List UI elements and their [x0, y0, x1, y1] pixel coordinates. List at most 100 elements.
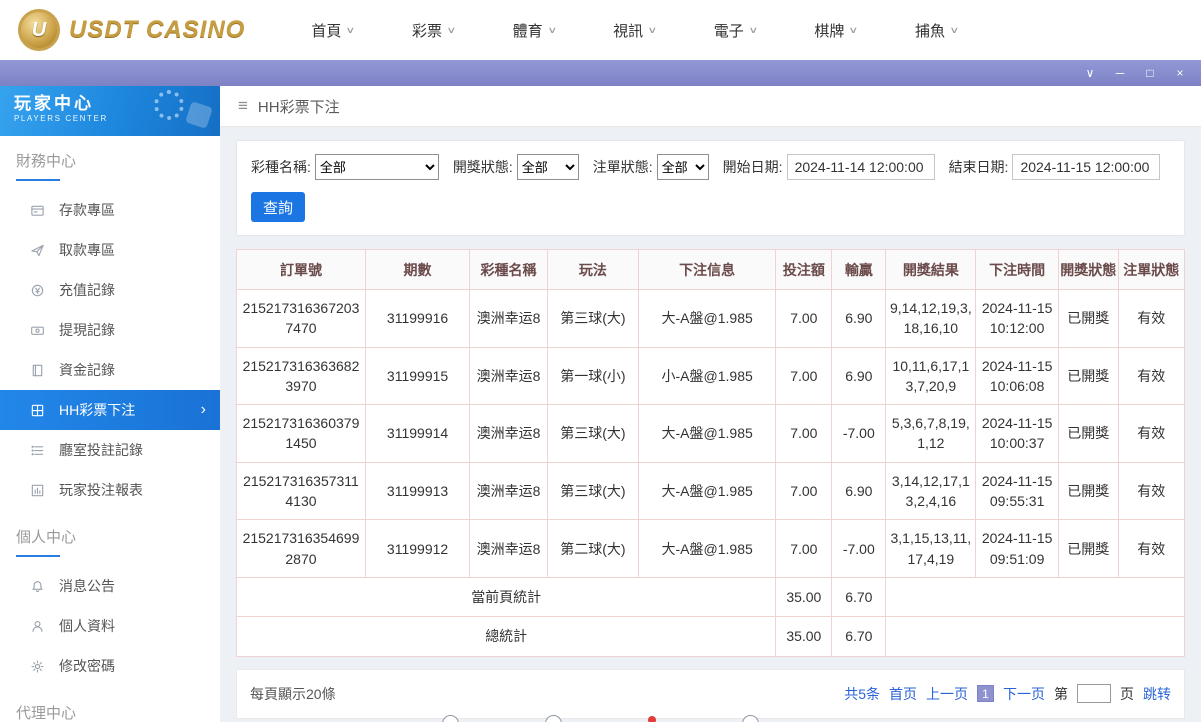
table-cell: 已開獎	[1057, 461, 1119, 521]
filter-panel: 彩種名稱: 全部 開獎狀態: 全部 注單狀態: 全部 開始日期: 2024-11…	[236, 140, 1185, 236]
start-date-input[interactable]	[786, 154, 935, 180]
footer-service-icon[interactable]	[545, 715, 562, 722]
sidebar-item-person[interactable]: 個人資料	[0, 606, 220, 646]
summary-bet-total: 35.00	[775, 616, 833, 657]
table-cell: 已開獎	[1057, 346, 1119, 406]
table-cell: 澳洲幸运8	[469, 519, 548, 578]
table-cell: 第三球(大)	[546, 289, 639, 348]
end-date-label: 結束日期:	[948, 159, 1009, 175]
nav-item-label: 捕魚	[915, 22, 946, 40]
table-cell: 3,1,15,13,11,17,4,19	[885, 519, 977, 578]
nav-item[interactable]: 棋牌 ∨	[814, 20, 858, 41]
draw-status-select[interactable]: 全部	[516, 154, 579, 180]
window-minimize-button[interactable]: ─	[1107, 60, 1133, 86]
column-header: 訂單號	[236, 249, 366, 290]
window-collapse-button[interactable]: ∨	[1077, 60, 1103, 86]
logo-emblem-icon: U	[18, 9, 60, 51]
chevron-down-icon: ∨	[647, 24, 658, 35]
sidebar-item-withdrawal-record[interactable]: 提現記錄	[0, 310, 220, 350]
search-button[interactable]: 查詢	[251, 192, 306, 222]
table-cell: 2152173163636823970	[236, 346, 366, 406]
column-header: 注單狀態	[1117, 249, 1186, 290]
lottery-bet-icon	[30, 402, 46, 418]
content-area: ≡ HH彩票下注 彩種名稱: 全部 開獎狀態: 全部 注單狀態: 全部 開始日期…	[220, 86, 1201, 722]
sidebar-item-player-report[interactable]: 玩家投注報表	[0, 470, 220, 510]
sidebar-item-label: HH彩票下注	[59, 402, 136, 418]
column-header: 開獎狀態	[1057, 249, 1119, 290]
prev-page-link[interactable]: 上一页	[926, 684, 968, 704]
table-cell: 有效	[1117, 289, 1186, 348]
nav-item[interactable]: 彩票 ∨	[412, 20, 456, 41]
page-jump-button[interactable]: 跳转	[1143, 684, 1171, 704]
nav-item[interactable]: 捕魚 ∨	[915, 20, 959, 41]
sidebar-item-bell[interactable]: 消息公告	[0, 566, 220, 606]
table-cell: 7.00	[775, 461, 833, 521]
table-cell: 6.90	[831, 289, 887, 348]
column-header: 投注額	[775, 249, 833, 290]
nav-item-label: 電子	[713, 22, 744, 40]
nav-item[interactable]: 電子 ∨	[713, 20, 758, 41]
table-cell: 大-A盤@1.985	[637, 404, 777, 463]
window-maximize-button[interactable]: □	[1137, 60, 1163, 86]
column-header: 彩種名稱	[469, 249, 548, 290]
order-status-filter-label: 注單狀態:	[592, 159, 653, 175]
nav-item[interactable]: 體育 ∨	[513, 20, 557, 41]
sidebar-item-gear[interactable]: 修改密碼	[0, 646, 220, 686]
deposit-icon	[30, 202, 46, 218]
player-report-icon	[30, 482, 46, 498]
table-cell: 小-A盤@1.985	[637, 346, 777, 406]
lottery-filter-group: 彩種名稱: 全部	[251, 154, 439, 180]
end-date-input[interactable]	[1012, 154, 1161, 180]
sidebar-item-lottery-bet[interactable]: HH彩票下注 ›	[0, 390, 220, 430]
table-cell: 有效	[1117, 519, 1186, 578]
summary-row: 總統計 35.00 6.70	[235, 616, 1185, 657]
sidebar-item-label: 修改密碼	[59, 658, 115, 674]
footer-service-icon[interactable]	[442, 715, 459, 722]
table-cell: 31199916	[364, 289, 471, 348]
first-page-link[interactable]: 首页	[889, 684, 917, 704]
table-cell: 2024-11-15 10:06:08	[975, 346, 1059, 406]
total-count: 共5条	[844, 685, 880, 702]
notification-dot-icon	[648, 716, 656, 722]
hall-bet-record-icon	[30, 442, 46, 458]
withdraw-icon	[30, 242, 46, 258]
nav-item[interactable]: 視訊 ∨	[613, 20, 658, 41]
window-close-button[interactable]: ×	[1167, 60, 1193, 86]
next-page-link[interactable]: 下一页	[1003, 684, 1045, 704]
sidebar-item-label: 消息公告	[59, 578, 115, 594]
pagination-bar: 每頁顯示20條 共5条 首页 上一页 1 下一页 第 页 跳转	[236, 668, 1185, 719]
main-layout: 玩家中心 PLAYERS CENTER 財務中心 存款專區 取款專區 充值記錄 提現記錄…	[0, 86, 1201, 722]
summary-label: 總統計	[235, 616, 777, 657]
order-status-select[interactable]: 全部	[656, 154, 709, 180]
chevron-down-icon: ∨	[345, 24, 356, 35]
sidebar-item-funds-record[interactable]: 資金記錄	[0, 350, 220, 390]
sidebar-item-hall-bet-record[interactable]: 廳室投註記錄	[0, 430, 220, 470]
logo[interactable]: U USDT CASINO	[18, 9, 245, 51]
sidebar-item-label: 存款專區	[59, 202, 115, 218]
summary-row: 當前頁統計 35.00 6.70	[235, 576, 1185, 618]
sidebar-item-deposit[interactable]: 存款專區	[0, 190, 220, 230]
table-cell: 6.90	[831, 346, 887, 406]
minimize-icon: ─	[1115, 66, 1125, 80]
sidebar-header: 玩家中心 PLAYERS CENTER	[0, 86, 220, 136]
start-date-group: 開始日期:	[723, 154, 935, 180]
table-row: 2152173163636823970 31199915 澳洲幸运8 第一球(小) 小-…	[236, 346, 1186, 406]
column-header: 玩法	[546, 249, 639, 290]
menu-icon[interactable]: ≡	[238, 96, 248, 116]
footer-service-icon[interactable]	[742, 715, 759, 722]
page-title: HH彩票下注	[257, 98, 340, 116]
sidebar-item-withdraw[interactable]: 取款專區	[0, 230, 220, 270]
lottery-select[interactable]: 全部	[314, 154, 439, 180]
table-cell: 有效	[1117, 404, 1186, 463]
table-cell: 2152173163546992870	[236, 519, 366, 578]
page-jump-input[interactable]	[1077, 684, 1111, 704]
app-window: U USDT CASINO 首頁 ∨ 彩票 ∨ 體育 ∨ 視訊 ∨ 電子 ∨ 棋牌 ∨ 捕魚 ∨ ∨ ─ …	[0, 0, 1201, 722]
table-cell: 2152173163603791450	[236, 404, 366, 463]
withdrawal-record-icon	[30, 322, 46, 338]
table-cell: 31199914	[364, 404, 471, 463]
sidebar-item-recharge-record[interactable]: 充值記錄	[0, 270, 220, 310]
pagination-current-page[interactable]: 1	[977, 685, 994, 703]
table-cell: 31199912	[364, 519, 471, 578]
nav-item[interactable]: 首頁 ∨	[311, 20, 356, 41]
table-row: 2152173163546992870 31199912 澳洲幸运8 第二球(大) 大-…	[236, 519, 1186, 578]
